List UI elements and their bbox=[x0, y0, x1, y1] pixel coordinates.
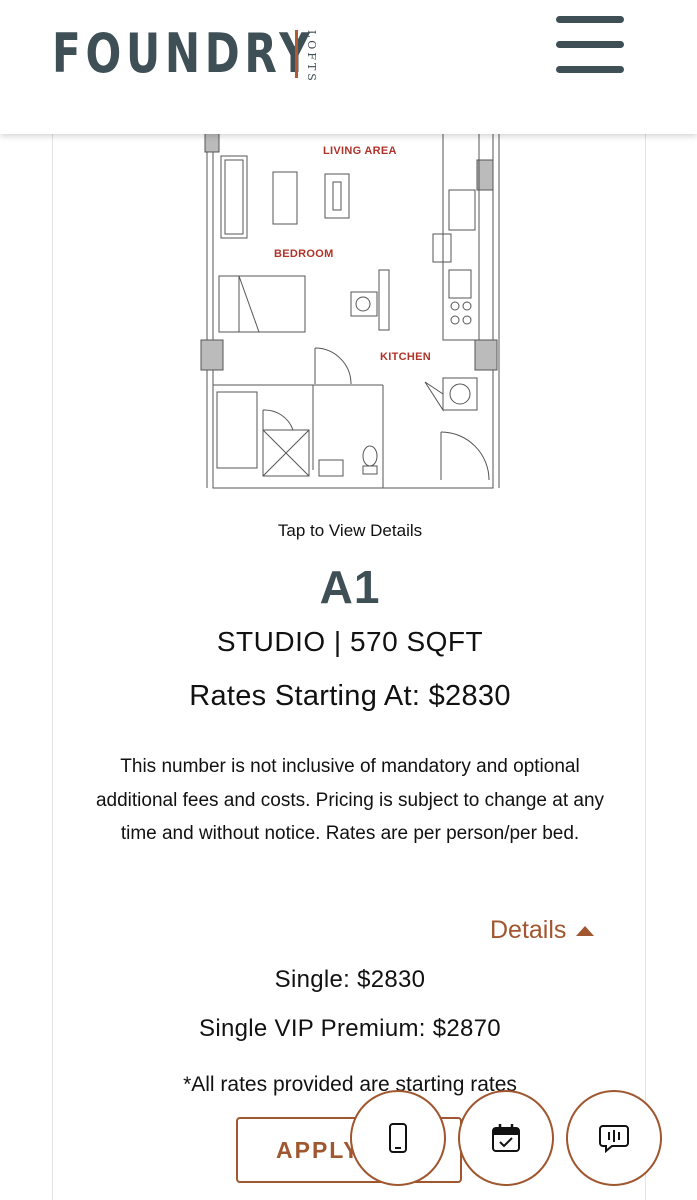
foundry-lofts-logo[interactable]: FOUNDRY LOFTS bbox=[52, 22, 388, 85]
floorplan-image[interactable]: LIVING AREA BEDROOM KITCHEN bbox=[193, 130, 513, 492]
logo-subtitle: LOFTS bbox=[305, 30, 318, 84]
floorplan-label-kitchen: KITCHEN bbox=[380, 351, 431, 363]
phone-icon bbox=[389, 1123, 407, 1153]
rates-note: *All rates provided are starting rates bbox=[183, 1073, 517, 1096]
pricing-disclaimer: This number is not inclusive of mandator… bbox=[95, 756, 605, 844]
details-toggle-button[interactable]: Details bbox=[490, 916, 595, 945]
details-label: Details bbox=[490, 916, 567, 944]
rates-heading: Rates Starting At: $2830 bbox=[189, 680, 511, 712]
unit-specs: STUDIO | 570 SQFT bbox=[216, 626, 484, 657]
price-single: Single: $2830 bbox=[274, 966, 426, 993]
floorplan-card: LIVING AREA BEDROOM KITCHEN Tap to View … bbox=[52, 120, 646, 1200]
chat-button[interactable] bbox=[566, 1090, 662, 1186]
menu-bar bbox=[556, 41, 624, 48]
calendar-check-icon bbox=[492, 1124, 520, 1152]
caret-up-icon bbox=[576, 925, 595, 936]
price-single-vip: Single VIP Premium: $2870 bbox=[199, 1015, 501, 1042]
site-header: FOUNDRY LOFTS bbox=[0, 0, 697, 134]
menu-bar bbox=[556, 16, 624, 23]
floorplan-label-bedroom: BEDROOM bbox=[274, 248, 334, 260]
schedule-tour-button[interactable] bbox=[458, 1090, 554, 1186]
floorplan-label-living: LIVING AREA bbox=[323, 145, 397, 157]
unit-name: A1 bbox=[319, 561, 381, 613]
hamburger-menu-icon[interactable] bbox=[556, 16, 624, 76]
call-button[interactable] bbox=[350, 1090, 446, 1186]
logo-divider bbox=[295, 30, 298, 78]
logo-wordmark: FOUNDRY bbox=[52, 22, 315, 85]
menu-bar bbox=[556, 66, 624, 73]
chat-icon bbox=[599, 1125, 629, 1154]
tap-to-view-details-link[interactable]: Tap to View Details bbox=[53, 521, 647, 541]
